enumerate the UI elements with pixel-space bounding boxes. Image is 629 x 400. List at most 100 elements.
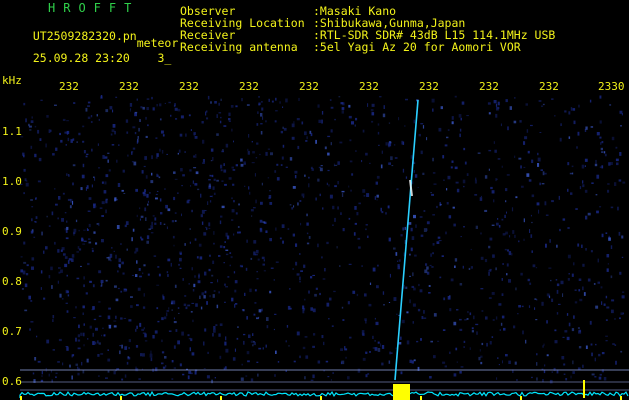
noise-speck (548, 295, 551, 299)
noise-speck (481, 342, 484, 346)
timestamp-line: 25.09.28 23:20 3_ (19, 40, 172, 64)
noise-speck (240, 377, 244, 381)
noise-speck (348, 263, 352, 265)
noise-speck (410, 227, 413, 232)
noise-speck (233, 271, 236, 274)
noise-speck (490, 186, 493, 190)
y-tick-label: 0.7 (2, 325, 22, 338)
noise-speck (105, 377, 108, 379)
noise-speck (615, 146, 618, 149)
noise-speck (402, 168, 405, 173)
noise-speck (136, 325, 138, 329)
noise-speck (212, 260, 215, 264)
noise-speck (398, 117, 400, 121)
noise-speck (248, 134, 250, 138)
noise-speck (86, 228, 88, 231)
bottom-marker (320, 396, 322, 400)
noise-speck (201, 221, 204, 225)
noise-speck (135, 274, 138, 277)
noise-speck (105, 279, 108, 282)
noise-speck (541, 105, 544, 107)
noise-speck (170, 302, 173, 305)
noise-speck (305, 355, 309, 359)
noise-speck (496, 222, 499, 226)
noise-speck (486, 342, 488, 347)
noise-speck (142, 353, 145, 357)
noise-speck (67, 198, 71, 201)
noise-speck (154, 222, 157, 225)
noise-speck (52, 349, 55, 351)
noise-speck (73, 231, 75, 236)
noise-speck (262, 221, 266, 223)
noise-speck (289, 288, 291, 290)
noise-speck (126, 361, 129, 365)
noise-speck (505, 354, 508, 357)
noise-speck (601, 141, 604, 144)
noise-speck (85, 292, 88, 295)
noise-speck (292, 233, 295, 237)
noise-speck (293, 121, 295, 124)
noise-speck (571, 273, 574, 277)
noise-speck (38, 157, 42, 162)
noise-speck (209, 295, 211, 298)
noise-speck (425, 263, 428, 266)
noise-speck (107, 152, 110, 154)
noise-speck (282, 106, 284, 108)
noise-speck (131, 274, 134, 276)
noise-speck (356, 293, 359, 297)
noise-speck (274, 170, 277, 173)
noise-speck (454, 265, 456, 268)
noise-speck (446, 136, 449, 139)
noise-speck (275, 110, 278, 112)
noise-speck (361, 160, 363, 163)
noise-speck (363, 195, 366, 197)
noise-speck (410, 155, 413, 159)
noise-speck (36, 335, 38, 338)
noise-speck (528, 179, 532, 182)
noise-speck (584, 165, 586, 167)
noise-speck (599, 206, 602, 208)
noise-speck (209, 200, 212, 203)
noise-speck (605, 319, 608, 321)
noise-speck (218, 102, 220, 106)
noise-speck (487, 102, 491, 105)
noise-speck (606, 306, 610, 309)
noise-speck (372, 267, 376, 272)
noise-speck (372, 335, 374, 339)
noise-speck (46, 215, 48, 218)
noise-speck (106, 257, 109, 259)
noise-speck (531, 221, 533, 224)
noise-speck (220, 98, 222, 101)
noise-speck (381, 150, 383, 154)
echo-burst (393, 384, 410, 400)
noise-speck (164, 356, 167, 359)
noise-speck (495, 316, 498, 320)
noise-speck (453, 321, 457, 326)
noise-speck (187, 199, 191, 201)
noise-speck (81, 238, 84, 242)
noise-speck (124, 345, 128, 347)
noise-speck (426, 228, 428, 231)
noise-speck (174, 212, 177, 214)
noise-speck (566, 313, 569, 316)
noise-speck (301, 121, 304, 125)
noise-speck (413, 170, 415, 173)
noise-speck (530, 234, 533, 238)
noise-speck (476, 331, 478, 335)
noise-speck (345, 356, 347, 359)
noise-speck (376, 194, 379, 198)
noise-speck (556, 312, 559, 315)
noise-speck (161, 351, 165, 354)
noise-speck (334, 185, 337, 188)
noise-speck (260, 131, 263, 135)
noise-speck (601, 165, 604, 169)
noise-speck (126, 248, 128, 251)
noise-speck (603, 303, 606, 306)
noise-speck (159, 103, 162, 107)
noise-speck (80, 265, 82, 267)
noise-speck (223, 246, 226, 249)
noise-speck (225, 249, 229, 251)
noise-speck (351, 121, 354, 125)
noise-speck (342, 228, 345, 232)
noise-speck (213, 329, 216, 333)
